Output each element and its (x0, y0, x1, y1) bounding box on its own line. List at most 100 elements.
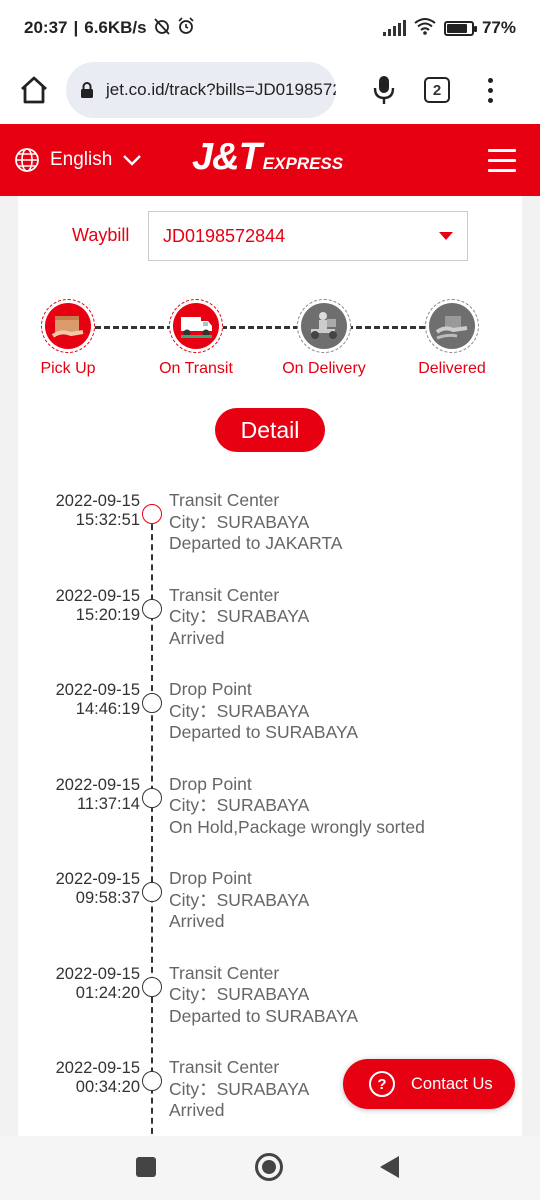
event-city: City：SURABAYA (169, 889, 310, 910)
url-bar[interactable]: jet.co.id/track?bills=JD0198572 (66, 62, 336, 118)
dropdown-caret-icon (439, 232, 453, 240)
timeline-dot (142, 504, 162, 524)
status-bar: 20:37 | 6.6KB/s 77% (0, 0, 540, 56)
waybill-number: JD0198572844 (163, 225, 286, 246)
voice-search-button[interactable] (364, 70, 404, 110)
timeline-dot (142, 693, 162, 713)
alarm-icon (177, 16, 195, 40)
event-date: 2022-09-15 (55, 964, 140, 983)
battery-percent: 77% (481, 18, 516, 37)
event-city: City：SURABAYA (169, 1078, 310, 1099)
step-on-transit: On Transit (141, 299, 251, 378)
courier-scooter-icon (301, 303, 347, 349)
event-city: City：SURABAYA (169, 795, 310, 815)
event-info: Transit Center City：SURABAYA Departed to J… (169, 490, 342, 555)
browser-menu-button[interactable] (480, 77, 500, 103)
back-button[interactable] (380, 1156, 399, 1178)
home-icon (21, 76, 47, 104)
event-time: 14:46:19 (75, 700, 140, 718)
event-status: On Hold,Package wrongly sorted (169, 816, 425, 837)
detail-button[interactable]: Detail (215, 408, 325, 452)
timeline-dot (142, 1071, 162, 1091)
timeline-dot (142, 976, 162, 997)
event-datetime: 2022-09-15 01:24:20 (18, 965, 140, 1003)
waybill-dropdown[interactable]: JD0198572844 (148, 211, 468, 261)
event-status: Departed to SURABAYA (169, 722, 359, 742)
home-button[interactable] (14, 70, 54, 110)
alarm-off-icon (153, 17, 171, 40)
clock: 20:37 (24, 18, 68, 37)
event-datetime: 2022-09-15 09:58:37 (18, 870, 140, 908)
timeline-event: 2022-09-15 11:37:14 Drop Point City：SURABAY… (18, 770, 522, 865)
event-status: Arrived (169, 911, 225, 931)
shipment-progress: Pick Up On Transit On Delivery Delivered (18, 299, 522, 379)
event-time: 09:58:37 (75, 889, 140, 907)
contact-us-label: Contact Us (411, 1074, 493, 1093)
step-pick-up: Pick Up (18, 299, 123, 378)
event-city: City：SURABAYA (169, 700, 310, 721)
event-place: Transit Center (169, 584, 280, 605)
event-info: Transit Center City：SURABAYA Departed to S… (169, 963, 358, 1028)
event-city: City：SURABAYA (169, 984, 310, 1004)
event-info: Drop Point City：SURABAYA On Hold,Package w… (169, 774, 425, 839)
jt-express-logo[interactable]: J&T EXPRESS (192, 136, 343, 184)
globe-icon (15, 148, 39, 172)
language-label: English (50, 149, 113, 170)
event-date: 2022-09-15 (55, 586, 140, 605)
step-on-delivery: On Delivery (269, 299, 379, 378)
timeline-event: 2022-09-15 09:58:37 Drop Point City：SURABAY… (18, 864, 522, 959)
transit-truck-icon (173, 303, 219, 349)
system-navigation-bar (0, 1136, 540, 1200)
event-status: Departed to SURABAYA (169, 1005, 359, 1026)
event-time: 00:34:20 (75, 1078, 140, 1096)
help-question-icon: ? (369, 1071, 395, 1097)
event-place: Drop Point (169, 868, 252, 888)
event-time: 15:20:19 (75, 605, 140, 624)
recent-apps-button[interactable] (136, 1157, 156, 1177)
event-datetime: 2022-09-15 00:34:20 (18, 1059, 140, 1097)
delivered-hands-icon (429, 303, 475, 349)
language-selector[interactable]: English (14, 147, 142, 173)
event-date: 2022-09-15 (55, 1059, 140, 1077)
event-place: Transit Center (169, 962, 280, 983)
event-place: Transit Center (169, 490, 280, 510)
event-info: Drop Point City：SURABAYA Departed to SURAB… (169, 679, 358, 744)
event-place: Drop Point (169, 679, 252, 699)
timeline-event: 2022-09-15 14:46:19 Drop Point City：SURABAY… (18, 675, 522, 770)
event-datetime: 2022-09-15 11:37:14 (18, 776, 140, 814)
timeline-dot (142, 598, 162, 619)
hamburger-menu-button[interactable] (488, 148, 516, 172)
wifi-icon (414, 17, 436, 40)
event-place: Transit Center (169, 1057, 280, 1077)
timeline-dot (142, 787, 162, 808)
home-nav-button[interactable] (255, 1153, 283, 1181)
event-city: City：SURABAYA (169, 511, 310, 532)
step-delivered: Delivered (397, 299, 507, 378)
tab-switcher-button[interactable]: 2 (424, 77, 450, 103)
chevron-down-icon (123, 155, 142, 166)
event-info: Transit Center City：SURABAYA Arrived (169, 585, 309, 650)
event-time: 15:32:51 (75, 511, 140, 529)
timeline-event: 2022-09-15 15:32:51 Transit Center City：SUR… (18, 486, 522, 581)
site-header: English J&T EXPRESS (0, 124, 540, 196)
tracking-card: Waybill JD0198572844 Pick Up On Transit … (18, 196, 522, 1136)
contact-us-button[interactable]: ? Contact Us (343, 1059, 515, 1109)
waybill-row: Waybill JD0198572844 (18, 211, 522, 261)
url-text: jet.co.id/track?bills=JD0198572 (106, 80, 336, 99)
waybill-label: Waybill (72, 225, 130, 245)
event-date: 2022-09-15 (55, 775, 140, 794)
event-info: Transit Center City：SURABAYA Arrived (169, 1057, 309, 1122)
timeline-event: 2022-09-15 01:24:20 Transit Center City：SUR… (18, 959, 522, 1054)
separator: | (73, 18, 79, 37)
timeline-dot (142, 882, 162, 902)
event-date: 2022-09-15 (55, 492, 140, 510)
event-status: Arrived (169, 1100, 225, 1120)
event-date: 2022-09-15 (55, 681, 140, 699)
event-datetime: 2022-09-15 15:20:19 (18, 587, 140, 625)
event-city: City：SURABAYA (169, 606, 310, 626)
event-datetime: 2022-09-15 15:32:51 (18, 492, 140, 530)
event-status: Arrived (169, 627, 225, 648)
progress-connector (68, 326, 452, 329)
event-date: 2022-09-15 (55, 870, 140, 888)
microphone-icon (373, 76, 395, 104)
